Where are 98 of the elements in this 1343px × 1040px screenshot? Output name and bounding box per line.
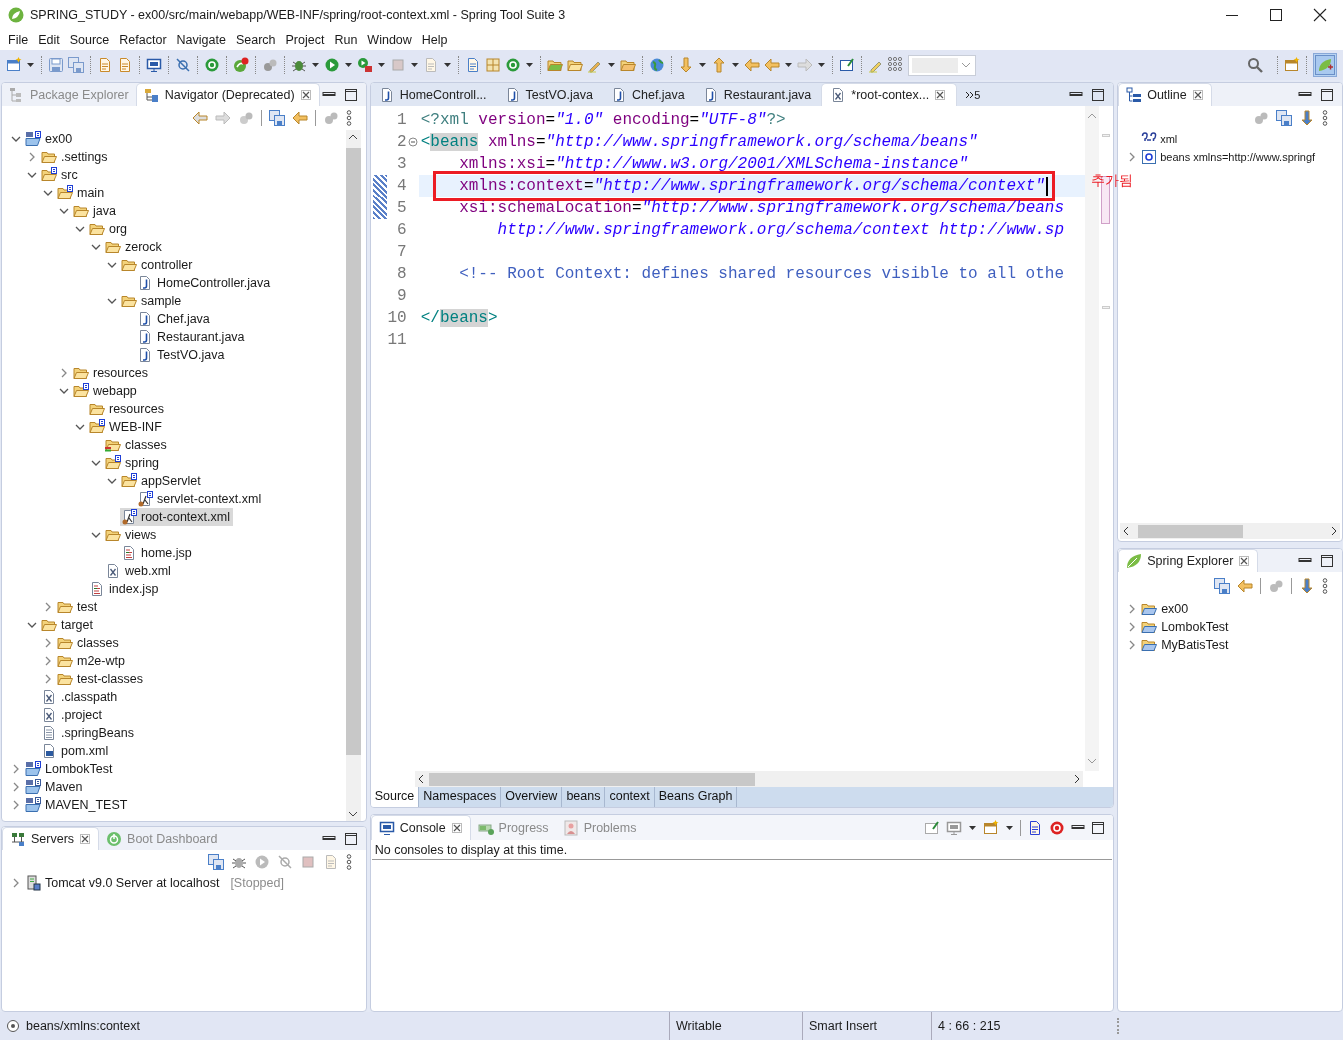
tree-item[interactable]: LombokTest xyxy=(24,760,116,778)
line-number: 6 xyxy=(396,221,407,239)
menu-item[interactable]: Project xyxy=(280,33,330,47)
code-line: http://www.springframework.org/schema/context http://www.sp xyxy=(496,221,1065,239)
tree-item[interactable]: java xyxy=(72,202,119,220)
line-number: 10 xyxy=(386,309,407,327)
view-tab[interactable]: Spring Explorer xyxy=(1118,549,1259,572)
editor-tab[interactable]: TestVO.java xyxy=(496,83,603,106)
line-number: 5 xyxy=(396,199,407,217)
menu-item[interactable]: Run xyxy=(329,33,363,47)
tree-item[interactable]: servlet-context.xml xyxy=(136,490,265,508)
tree-item[interactable]: .classpath xyxy=(40,688,121,706)
code-line: <beans xmlns="http://www.springframework.org/schema/beans" xyxy=(420,133,978,151)
tree-item[interactable]: home.jsp xyxy=(120,544,195,562)
code-line: xmlns:xsi="http://www.w3.org/2001/XMLSchema-instance" xyxy=(458,155,969,173)
more-tabs-button[interactable]: 5 xyxy=(957,83,989,106)
tree-item[interactable]: HomeController.java xyxy=(136,274,274,292)
menu-item[interactable]: Window xyxy=(362,33,417,47)
line-number: 1 xyxy=(396,111,407,129)
line-number: 8 xyxy=(396,265,407,283)
code-line: xsi:schemaLocation="http://www.springframework.org/schema/beans xyxy=(458,199,1065,217)
menu-item[interactable]: Help xyxy=(416,33,453,47)
tree-item[interactable]: test-classes xyxy=(56,670,146,688)
tree-item[interactable]: Maven xyxy=(24,778,86,796)
line-number: 2 xyxy=(396,133,407,151)
tree-item[interactable]: Restaurant.java xyxy=(136,328,248,346)
tree-item[interactable]: TestVO.java xyxy=(136,346,228,364)
tree-item[interactable]: test xyxy=(56,598,101,616)
tree-item[interactable]: LombokTest xyxy=(1140,618,1232,636)
tree-item[interactable]: WEB-INF xyxy=(88,418,165,436)
tree-item[interactable]: org xyxy=(88,220,131,238)
tree-item[interactable]: MAVEN_TEST xyxy=(24,796,131,814)
view-tab[interactable]: Navigator (Deprecated) xyxy=(135,83,320,106)
tree-item[interactable]: sample xyxy=(120,292,185,310)
tree-item[interactable]: .settings xyxy=(40,148,111,166)
status-text: Smart Insert xyxy=(809,1019,878,1033)
tree-item[interactable]: MyBatisTest xyxy=(1140,636,1232,654)
tree-item[interactable]: root-context.xml xyxy=(120,508,233,526)
page-tab[interactable]: Beans Graph xyxy=(654,787,738,807)
view-tab[interactable]: Servers xyxy=(2,827,100,850)
code-line: <?xml version="1.0" encoding="UTF-8"?> xyxy=(420,111,786,129)
tree-item[interactable]: web.xml xyxy=(104,562,174,580)
menu-item[interactable]: Navigate xyxy=(171,33,231,47)
menu-item[interactable]: Search xyxy=(230,33,281,47)
tree-item[interactable]: beans xmlns=http://www.springf xyxy=(1140,148,1319,166)
status-text: 4 : 66 : 215 xyxy=(938,1019,1001,1033)
tree-item[interactable]: pom.xml xyxy=(40,742,112,760)
tree-item[interactable]: .springBeans xyxy=(40,724,137,742)
tree-item[interactable]: resources xyxy=(72,364,151,382)
tree-item[interactable]: zerock xyxy=(104,238,165,256)
view-tab[interactable]: Console xyxy=(370,815,471,840)
annotation-label: 추가됨 xyxy=(1090,172,1133,190)
page-tab[interactable]: context xyxy=(605,787,655,807)
editor-tab[interactable]: HomeControll... xyxy=(370,83,497,106)
tree-item[interactable]: src xyxy=(40,166,81,184)
menu-item[interactable]: File xyxy=(3,33,34,47)
menu-item[interactable]: Edit xyxy=(33,33,65,47)
tree-item[interactable]: m2e-wtp xyxy=(56,652,128,670)
menu-item[interactable]: Refactor xyxy=(114,33,172,47)
console-message: No consoles to display at this time. xyxy=(371,840,1113,860)
tree-item[interactable]: classes xyxy=(104,436,170,454)
tree-item[interactable]: Tomcat v9.0 Server at localhost xyxy=(24,874,223,892)
line-number: 11 xyxy=(386,331,407,349)
tree-item[interactable]: Chef.java xyxy=(136,310,213,328)
tree-item[interactable]: webapp xyxy=(72,382,140,400)
status-text: [Stopped] xyxy=(230,876,284,890)
editor-tab[interactable]: *root-contex... xyxy=(821,83,958,106)
window-title: SPRING_STUDY - ex00/src/main/webapp/WEB-INF/spring/root-context.xml - Spring Tool Suite 3 xyxy=(30,8,566,22)
page-tab[interactable]: Namespaces xyxy=(419,787,502,807)
code-line: xmlns:context="http://www.springframework.org/schema/context" xyxy=(458,177,1045,195)
tree-item[interactable]: .project xyxy=(40,706,105,724)
page-tab[interactable]: Overview xyxy=(501,787,563,807)
tree-item[interactable]: xml xyxy=(1140,130,1181,148)
tree-item[interactable]: controller xyxy=(120,256,196,274)
tree-item[interactable]: views xyxy=(104,526,160,544)
tree-item[interactable]: classes xyxy=(56,634,122,652)
status-text: Writable xyxy=(676,1019,722,1033)
line-number: 9 xyxy=(396,287,407,305)
tree-item[interactable]: index.jsp xyxy=(88,580,162,598)
line-number: 4 xyxy=(396,177,407,195)
tree-item[interactable]: main xyxy=(56,184,108,202)
editor-tab[interactable]: Restaurant.java xyxy=(694,83,822,106)
tree-item[interactable]: ex00 xyxy=(24,130,76,148)
status-text: beans/xmlns:context xyxy=(26,1019,140,1033)
line-number: 3 xyxy=(396,155,407,173)
code-line: </beans> xyxy=(420,309,498,327)
tree-item[interactable]: appServlet xyxy=(120,472,204,490)
page-tab[interactable]: Source xyxy=(370,787,420,807)
tree-item[interactable]: target xyxy=(40,616,96,634)
menu-item[interactable]: Source xyxy=(64,33,115,47)
tree-item[interactable]: ex00 xyxy=(1140,600,1192,618)
view-tab[interactable]: Outline xyxy=(1118,83,1212,106)
code-line: <!-- Root Context: defines shared resources visible to all othe xyxy=(458,265,1065,283)
tree-item[interactable]: resources xyxy=(88,400,167,418)
page-tab[interactable]: beans xyxy=(562,787,606,807)
tree-item[interactable]: spring xyxy=(104,454,163,472)
line-number: 7 xyxy=(396,243,407,261)
editor-tab[interactable]: Chef.java xyxy=(602,83,695,106)
